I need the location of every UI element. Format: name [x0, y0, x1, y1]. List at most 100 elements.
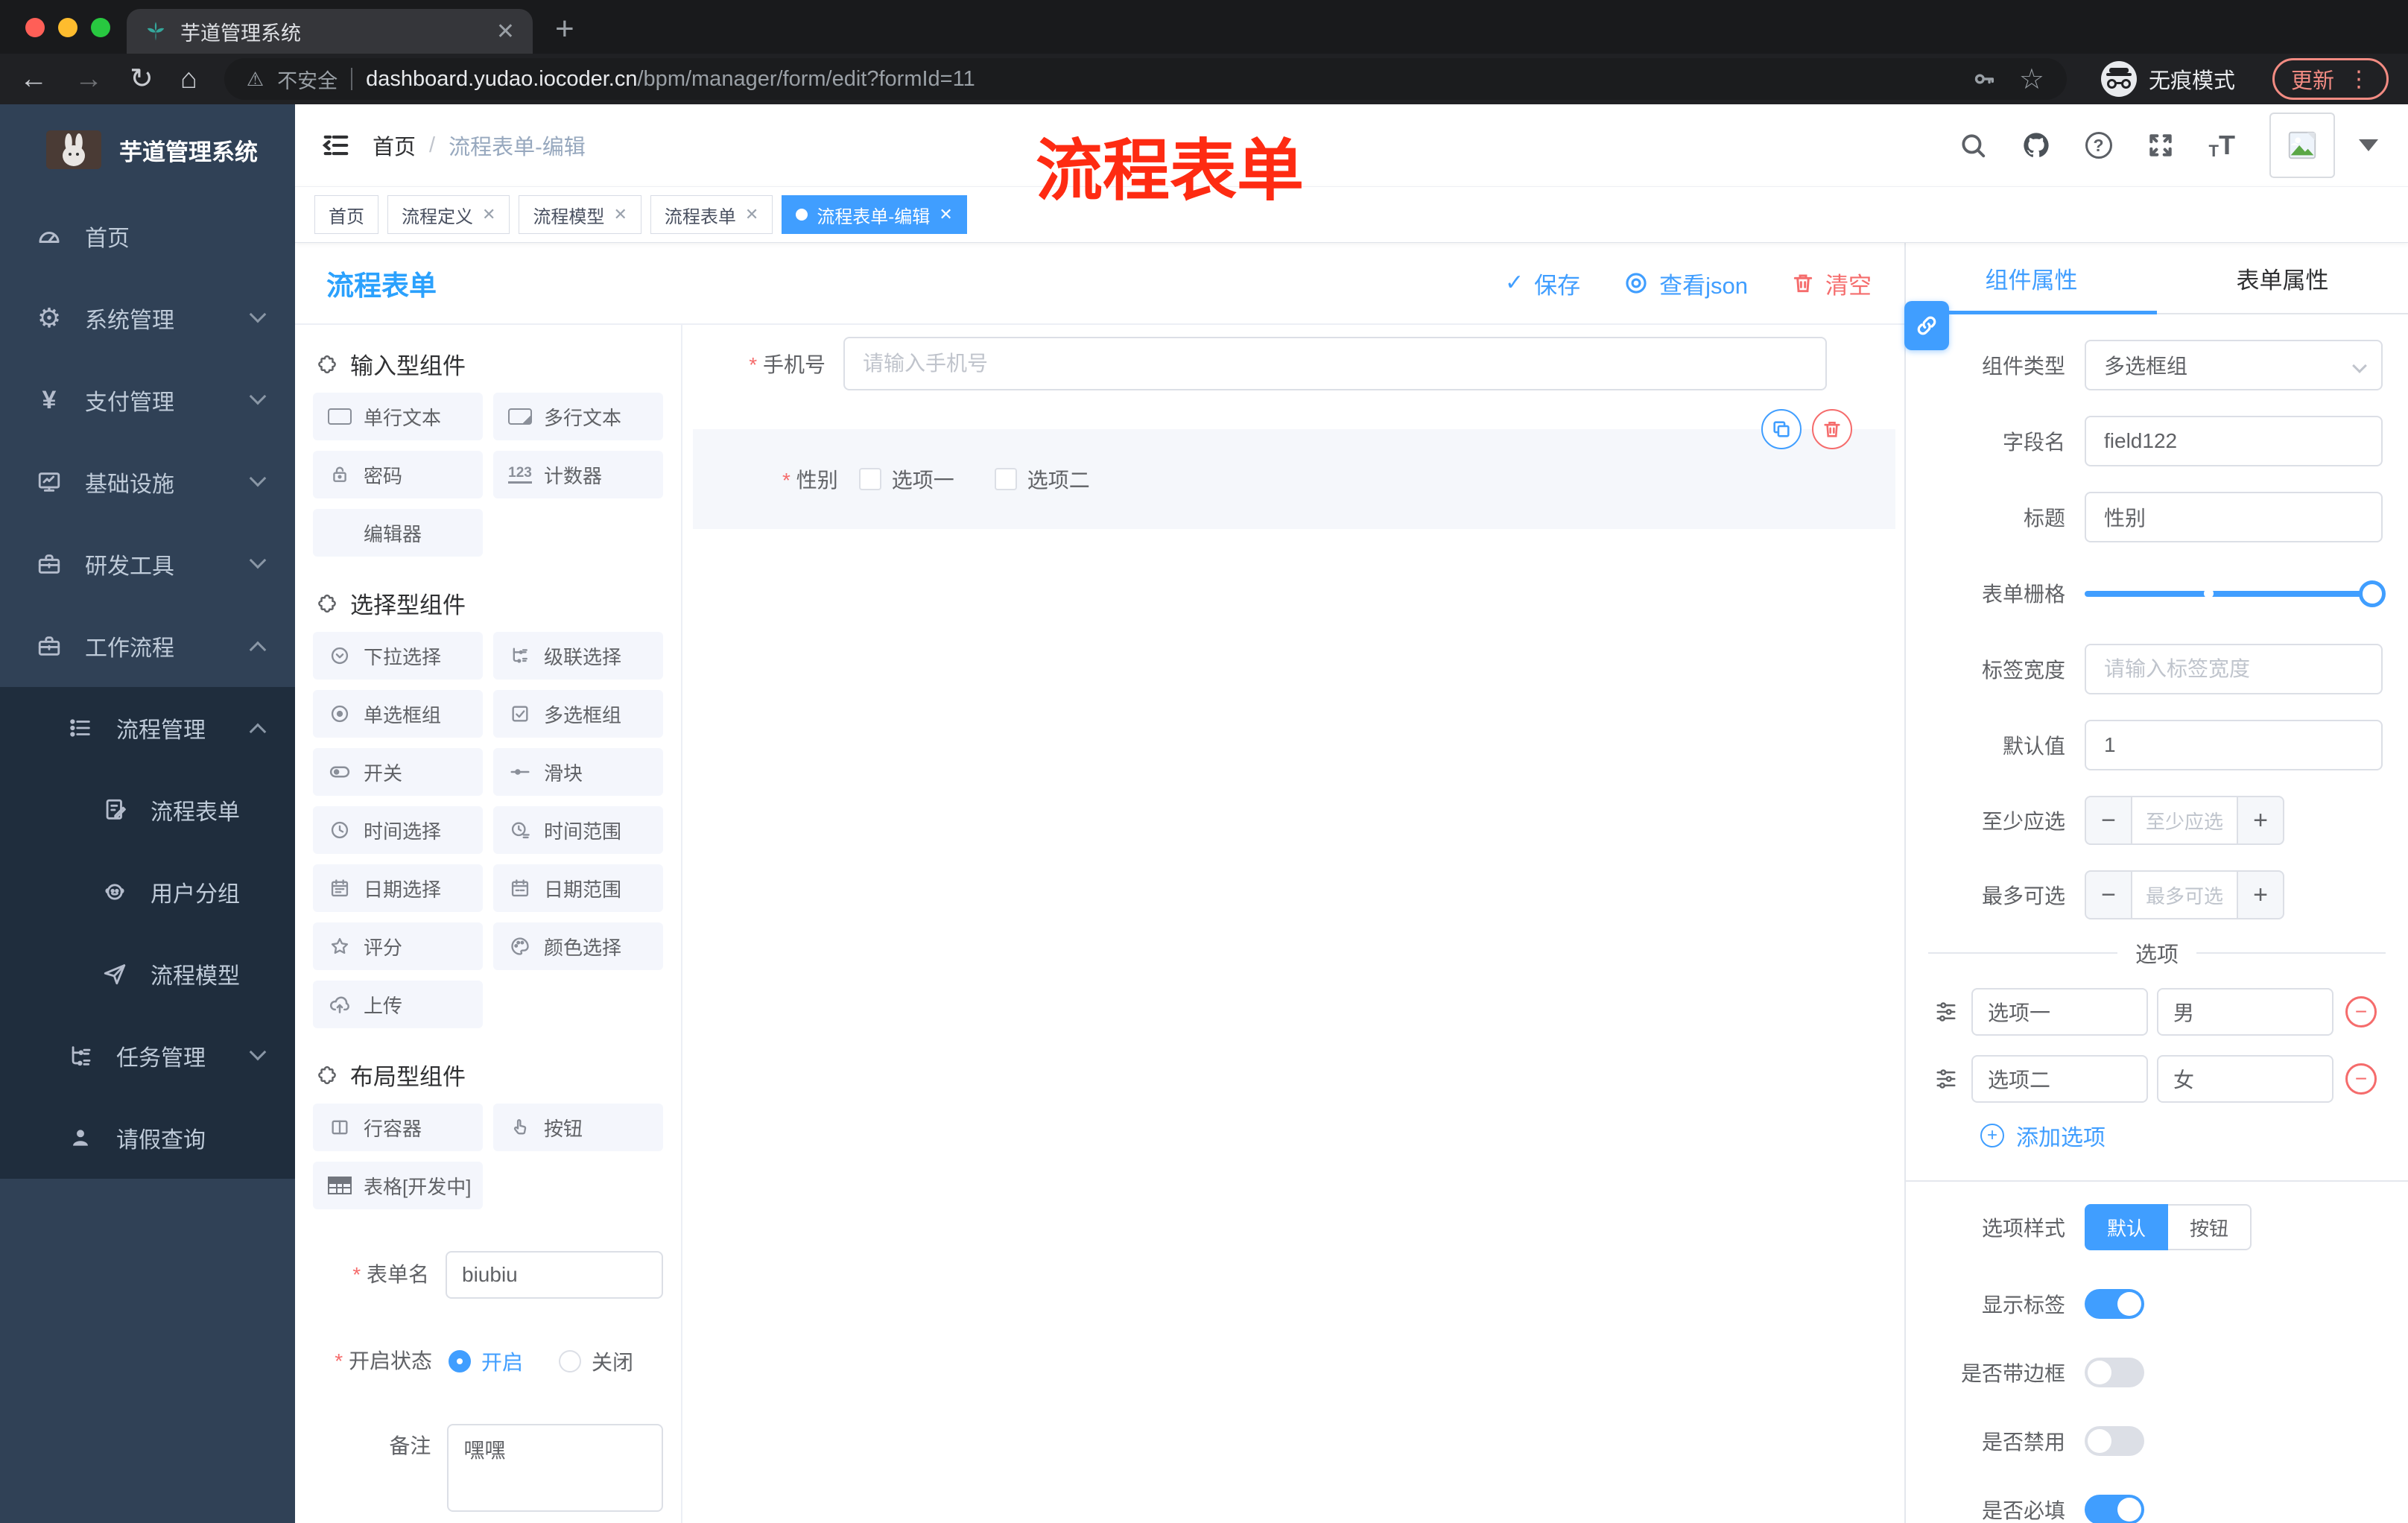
option-value-input[interactable]	[2157, 988, 2333, 1036]
increase-button[interactable]: +	[2238, 872, 2283, 918]
tag-tab[interactable]: 流程表单-编辑 ✕	[782, 195, 967, 234]
remove-option-button[interactable]: −	[2345, 1063, 2377, 1095]
option-label-input[interactable]	[1971, 1055, 2148, 1103]
decrease-button[interactable]: −	[2086, 797, 2131, 843]
search-icon[interactable]	[1959, 131, 1987, 159]
option-style-button[interactable]: 默认	[2085, 1204, 2168, 1250]
close-icon[interactable]: ✕	[613, 205, 627, 224]
option-label-input[interactable]	[1971, 988, 2148, 1036]
bookmark-star-icon[interactable]: ☆	[2019, 63, 2044, 96]
canvas-field-gender-selected[interactable]: 性别 选项一 选项二	[693, 409, 1895, 529]
tab-close-icon[interactable]: ✕	[496, 19, 515, 45]
title-input[interactable]	[2085, 492, 2383, 542]
tag-tab[interactable]: 首页	[314, 195, 378, 234]
browser-menu-icon[interactable]: ⋮	[2348, 66, 2370, 92]
drag-handle-icon[interactable]	[1930, 1001, 1962, 1023]
clear-button[interactable]: 清空	[1791, 267, 1872, 300]
component-item[interactable]: 日期范围	[493, 864, 663, 912]
component-item[interactable]: 按钮	[493, 1104, 663, 1151]
sidebar-item[interactable]: 任务管理	[0, 1015, 295, 1097]
reload-icon[interactable]: ↻	[130, 65, 153, 93]
toggle-switch[interactable]	[2085, 1426, 2144, 1456]
sidebar-item[interactable]: 首页	[0, 195, 295, 277]
form-name-input[interactable]	[446, 1251, 663, 1299]
sidebar-item[interactable]: 基础设施	[0, 441, 295, 523]
add-option-button[interactable]: + 添加选项	[1980, 1119, 2408, 1152]
avatar[interactable]	[2269, 113, 2335, 178]
brand[interactable]: 芋道管理系统	[0, 104, 295, 195]
component-item[interactable]: 行容器	[313, 1104, 483, 1151]
phone-input[interactable]	[843, 337, 1827, 390]
component-item[interactable]: 多选框组	[493, 690, 663, 738]
component-item[interactable]: 时间选择	[313, 806, 483, 854]
toggle-switch[interactable]	[2085, 1495, 2144, 1523]
close-icon[interactable]: ✕	[482, 205, 495, 224]
help-icon[interactable]: ?	[2085, 132, 2112, 159]
checkbox-option[interactable]: 选项二	[994, 464, 1090, 494]
component-item[interactable]: 下拉选择	[313, 632, 483, 680]
tag-tab[interactable]: 流程定义 ✕	[387, 195, 510, 234]
sidebar-item[interactable]: 请假查询	[0, 1097, 295, 1179]
toggle-switch[interactable]	[2085, 1358, 2144, 1387]
home-icon[interactable]: ⌂	[180, 65, 197, 93]
label-width-input[interactable]	[2085, 644, 2383, 694]
update-button[interactable]: 更新 ⋮	[2272, 58, 2389, 100]
delete-field-button[interactable]	[1812, 409, 1852, 449]
component-item[interactable]: 时间范围	[493, 806, 663, 854]
component-item[interactable]: 评分	[313, 922, 483, 970]
sidebar-item[interactable]: 工作流程	[0, 605, 295, 687]
checkbox-option[interactable]: 选项一	[858, 464, 954, 494]
component-item[interactable]: 密码	[313, 451, 483, 498]
slider-handle[interactable]	[2359, 580, 2386, 607]
canvas-field-phone[interactable]: 手机号	[714, 337, 1827, 390]
component-item[interactable]: 编辑器	[313, 509, 483, 557]
save-button[interactable]: ✓ 保存	[1505, 267, 1580, 300]
sidebar-item[interactable]: ⚙ 系统管理	[0, 277, 295, 359]
min-select-value[interactable]: 至少应选	[2131, 797, 2238, 843]
option-style-button[interactable]: 按钮	[2168, 1204, 2252, 1250]
increase-button[interactable]: +	[2238, 797, 2283, 843]
remove-option-button[interactable]: −	[2345, 996, 2377, 1028]
close-icon[interactable]: ✕	[939, 205, 952, 224]
drag-handle-icon[interactable]	[1930, 1068, 1962, 1090]
toggle-switch[interactable]	[2085, 1289, 2144, 1319]
component-item[interactable]: 单选框组	[313, 690, 483, 738]
maximize-window-button[interactable]	[91, 18, 110, 37]
sidebar-item[interactable]: 流程管理	[0, 687, 295, 769]
component-item[interactable]: 滑块	[493, 748, 663, 796]
grid-slider[interactable]	[2085, 568, 2386, 618]
copy-field-button[interactable]	[1761, 409, 1802, 449]
component-item[interactable]: 日期选择	[313, 864, 483, 912]
address-bar[interactable]: ⚠ 不安全 dashboard.yudao.iocoder.cn/bpm/man…	[224, 58, 2067, 100]
back-icon[interactable]: ←	[19, 65, 48, 93]
sidebar-item[interactable]: 流程模型	[0, 933, 295, 1015]
max-select-value[interactable]: 最多可选	[2131, 872, 2238, 918]
minimize-window-button[interactable]	[58, 18, 77, 37]
fullscreen-icon[interactable]	[2146, 131, 2175, 159]
checkbox-icon[interactable]	[994, 468, 1017, 490]
component-item[interactable]: 上传	[313, 981, 483, 1028]
component-item[interactable]: 多行文本	[493, 393, 663, 440]
default-value-input[interactable]	[2085, 720, 2383, 770]
status-radio[interactable]: 关闭	[559, 1346, 633, 1376]
option-value-input[interactable]	[2157, 1055, 2333, 1103]
key-icon[interactable]	[1971, 66, 1997, 92]
form-canvas[interactable]: 手机号 性别 选项一 选项二	[682, 325, 1904, 1523]
checkbox-icon[interactable]	[858, 468, 881, 490]
component-item[interactable]: 123 计数器	[493, 451, 663, 498]
close-window-button[interactable]	[25, 18, 45, 37]
component-type-select[interactable]: 多选框组	[2085, 340, 2383, 390]
decrease-button[interactable]: −	[2086, 872, 2131, 918]
forward-icon[interactable]: →	[75, 65, 103, 93]
component-item[interactable]: 颜色选择	[493, 922, 663, 970]
component-item[interactable]: 单行文本	[313, 393, 483, 440]
user-menu-caret-icon[interactable]	[2359, 139, 2378, 151]
remark-textarea[interactable]: 嘿嘿	[447, 1424, 663, 1512]
tag-tab[interactable]: 流程表单 ✕	[650, 195, 773, 234]
view-json-button[interactable]: 查看json	[1623, 267, 1748, 300]
breadcrumb-home[interactable]: 首页	[373, 130, 416, 161]
status-radio[interactable]: 开启	[449, 1346, 523, 1376]
font-size-icon[interactable]: TT	[2209, 130, 2235, 161]
close-icon[interactable]: ✕	[745, 205, 758, 224]
sidebar-item[interactable]: 流程表单	[0, 769, 295, 851]
